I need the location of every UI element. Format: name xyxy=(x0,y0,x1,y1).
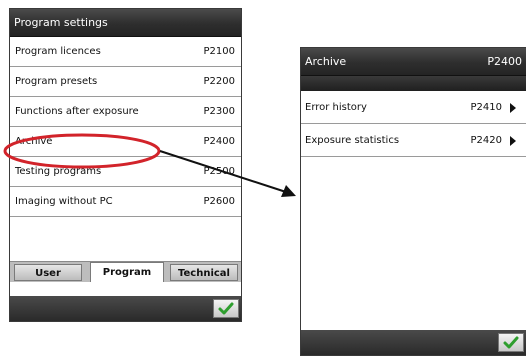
menu-item-program-presets[interactable]: Program presets P2200 xyxy=(10,67,241,97)
menu-item-label: Exposure statistics xyxy=(305,135,400,146)
menu-item-label: Archive xyxy=(15,136,53,147)
menu-item-label: Testing programs xyxy=(15,166,102,177)
menu-item-program-licences[interactable]: Program licences P2100 xyxy=(10,37,241,67)
tab-bar: User Program Technical xyxy=(10,261,241,282)
menu-item-imaging-without-pc[interactable]: Imaging without PC P2600 xyxy=(10,187,241,217)
tab-technical[interactable]: Technical xyxy=(170,264,238,281)
menu-item-error-history[interactable]: Error history P2410 xyxy=(301,91,526,124)
arrow-right-icon xyxy=(510,103,516,113)
menu-item-archive[interactable]: Archive P2400 xyxy=(10,127,241,157)
archive-panel: Archive P2400 Error history P2410 Exposu… xyxy=(300,47,526,356)
check-icon xyxy=(503,336,519,349)
bottom-bar xyxy=(301,330,526,355)
menu-item-exposure-statistics[interactable]: Exposure statistics P2420 xyxy=(301,124,526,157)
menu-item-label: Program presets xyxy=(15,76,98,87)
check-icon xyxy=(218,302,234,315)
menu-item-label: Imaging without PC xyxy=(15,196,113,207)
bottom-bar xyxy=(10,296,241,321)
menu-item-code: P2420 xyxy=(470,135,502,146)
panel-subheader xyxy=(301,76,526,91)
panel-title-code: P2400 xyxy=(487,55,522,68)
confirm-button[interactable] xyxy=(498,333,524,352)
menu-item-functions-after-exposure[interactable]: Functions after exposure P2300 xyxy=(10,97,241,127)
menu-item-code: P2500 xyxy=(203,166,235,177)
menu-item-label: Functions after exposure xyxy=(15,106,139,117)
menu-item-label: Program licences xyxy=(15,46,101,57)
menu-item-code: P2400 xyxy=(203,136,235,147)
tab-user[interactable]: User xyxy=(14,264,82,281)
panel-title-text: Archive xyxy=(305,55,347,68)
confirm-button[interactable] xyxy=(213,299,239,318)
program-settings-panel: Program settings Program licences P2100 … xyxy=(9,8,242,322)
menu-item-code: P2100 xyxy=(203,46,235,57)
menu-item-code: P2200 xyxy=(203,76,235,87)
menu-item-label: Error history xyxy=(305,102,367,113)
menu-item-code: P2600 xyxy=(203,196,235,207)
panel-title: Archive P2400 xyxy=(301,48,526,76)
menu-item-code: P2300 xyxy=(203,106,235,117)
menu-item-testing-programs[interactable]: Testing programs P2500 xyxy=(10,157,241,187)
menu-item-code: P2410 xyxy=(470,102,502,113)
tab-program[interactable]: Program xyxy=(90,262,164,282)
panel-title: Program settings xyxy=(10,9,241,37)
arrow-right-icon xyxy=(510,136,516,146)
